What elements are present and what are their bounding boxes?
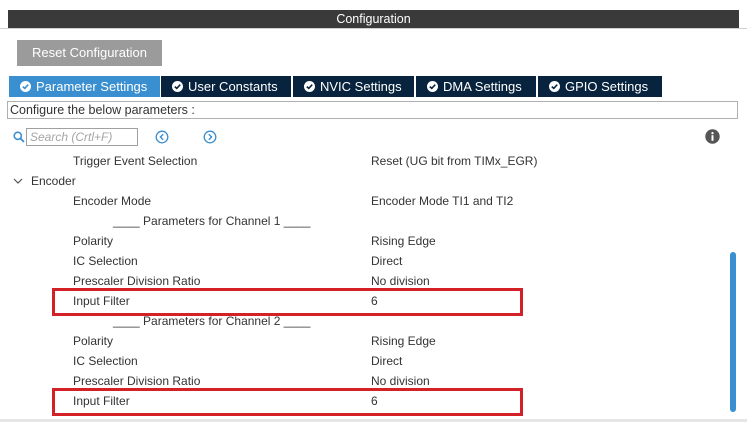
- highlight-box-ch1-input-filter: [52, 288, 523, 316]
- param-name: IC Selection: [73, 354, 138, 368]
- scrollbar-thumb[interactable]: [730, 252, 736, 412]
- param-row-trigger-event-selection[interactable]: Trigger Event Selection Reset (UG bit fr…: [0, 151, 725, 171]
- search-input[interactable]: [26, 128, 138, 146]
- check-circle-icon: [549, 81, 560, 92]
- group-label: Encoder: [31, 174, 76, 188]
- group-row-encoder[interactable]: Encoder: [0, 171, 725, 191]
- param-value[interactable]: Direct: [371, 351, 402, 371]
- param-name: Polarity: [73, 334, 114, 348]
- param-name: Trigger Event Selection: [73, 154, 198, 168]
- param-name: Encoder Mode: [73, 194, 152, 208]
- param-name: Polarity: [73, 234, 114, 248]
- param-row-ch1-polarity[interactable]: Polarity Rising Edge: [0, 231, 725, 251]
- tab-label: DMA Settings: [443, 79, 522, 94]
- param-name: IC Selection: [73, 254, 138, 268]
- check-circle-icon: [172, 81, 183, 92]
- tab-gpio-settings[interactable]: GPIO Settings: [538, 76, 662, 97]
- tab-parameter-settings[interactable]: Parameter Settings: [9, 76, 160, 97]
- prev-arrow-icon[interactable]: [155, 130, 169, 144]
- param-value[interactable]: Encoder Mode TI1 and TI2: [371, 191, 513, 211]
- tab-nvic-settings[interactable]: NVIC Settings: [293, 76, 414, 97]
- param-row-ch1-ic-selection[interactable]: IC Selection Direct: [0, 251, 725, 271]
- search-icon[interactable]: [13, 131, 25, 143]
- check-circle-icon: [427, 81, 438, 92]
- tab-dma-settings[interactable]: DMA Settings: [416, 76, 536, 97]
- tab-user-constants[interactable]: User Constants: [161, 76, 291, 97]
- param-row-ch2-polarity[interactable]: Polarity Rising Edge: [0, 331, 725, 351]
- window-title: Configuration: [8, 10, 739, 28]
- info-icon[interactable]: [705, 129, 720, 144]
- chevron-down-icon[interactable]: [13, 177, 23, 185]
- param-row-encoder-mode[interactable]: Encoder Mode Encoder Mode TI1 and TI2: [0, 191, 725, 211]
- tab-label: Parameter Settings: [36, 79, 148, 94]
- param-value[interactable]: Direct: [371, 251, 402, 271]
- check-circle-icon: [304, 81, 315, 92]
- channel1-separator: ____ Parameters for Channel 1 ____: [0, 211, 725, 231]
- tab-label: GPIO Settings: [565, 79, 649, 94]
- param-value[interactable]: Rising Edge: [371, 231, 436, 251]
- check-circle-icon: [20, 81, 31, 92]
- param-value[interactable]: Reset (UG bit from TIMx_EGR): [371, 151, 537, 171]
- highlight-box-ch2-input-filter: [52, 388, 523, 416]
- next-arrow-icon[interactable]: [203, 130, 217, 144]
- tab-label: NVIC Settings: [320, 79, 402, 94]
- section-header: ____ Parameters for Channel 1 ____: [113, 214, 311, 228]
- reset-configuration-button[interactable]: Reset Configuration: [17, 40, 162, 66]
- config-titlebar: Configuration: [0, 0, 747, 29]
- parameters-description: Configure the below parameters :: [7, 101, 738, 119]
- param-row-ch2-ic-selection[interactable]: IC Selection Direct: [0, 351, 725, 371]
- param-value[interactable]: Rising Edge: [371, 331, 436, 351]
- tab-label: User Constants: [188, 79, 278, 94]
